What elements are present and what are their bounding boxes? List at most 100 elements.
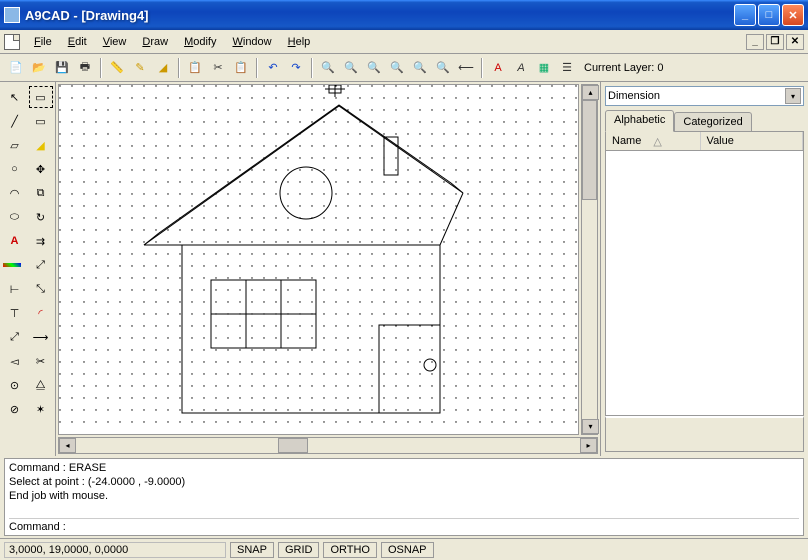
sort-icon[interactable]: △ [653, 135, 661, 148]
app-icon [4, 7, 20, 23]
scale-tool[interactable]: ⤡ [29, 278, 53, 300]
scroll-up-button[interactable]: ▴ [582, 85, 599, 100]
tab-categorized[interactable]: Categorized [674, 112, 751, 131]
circle-tool[interactable]: ○ [3, 158, 27, 180]
mirror-tool[interactable]: ⧋ [29, 374, 53, 396]
menu-view[interactable]: View [95, 34, 135, 50]
undo-icon[interactable]: ↶ [263, 58, 283, 78]
polyline-tool[interactable]: ▱ [3, 134, 27, 156]
separator [100, 58, 102, 78]
offset-tool[interactable]: ⇉ [29, 230, 53, 252]
current-layer-label: Current Layer: 0 [584, 62, 663, 74]
menu-edit[interactable]: Edit [60, 34, 95, 50]
cut-icon[interactable]: ✂ [208, 58, 228, 78]
zoom-prev-icon[interactable]: 🔍 [410, 58, 430, 78]
horizontal-scrollbar[interactable]: ◂ ▸ [58, 437, 598, 454]
scroll-down-button[interactable]: ▾ [582, 419, 599, 434]
scroll-thumb[interactable] [582, 100, 597, 200]
zoom-window-icon[interactable]: 🔍 [364, 58, 384, 78]
grid-toggle[interactable]: GRID [278, 542, 320, 558]
menu-draw[interactable]: Draw [134, 34, 176, 50]
pan-icon[interactable]: ⟵ [456, 58, 476, 78]
scroll-right-button[interactable]: ▸ [580, 438, 597, 453]
separator [256, 58, 258, 78]
dim-angle-icon[interactable]: ◢ [153, 58, 173, 78]
break-tool[interactable]: ⤢ [29, 254, 53, 276]
dim-radius-icon[interactable]: ⊙ [3, 374, 27, 396]
open-icon[interactable]: 📂 [29, 58, 49, 78]
command-prompt[interactable]: Command : [9, 518, 799, 533]
dim-horiz-icon[interactable]: ⊢ [3, 278, 27, 300]
copy-tool-icon[interactable]: ⧉ [29, 182, 53, 204]
col-name: Name [612, 135, 641, 147]
text-tool[interactable]: A [3, 230, 27, 252]
hatch-tool[interactable] [3, 263, 21, 267]
menu-modify[interactable]: Modify [176, 34, 224, 50]
chevron-down-icon[interactable]: ▾ [785, 88, 801, 104]
command-window[interactable]: Command : ERASE Select at point : (-24.0… [4, 458, 804, 536]
properties-grid[interactable] [605, 151, 804, 416]
arc-tool[interactable]: ◠ [3, 182, 27, 204]
properties-description [605, 416, 804, 452]
pointer-tool[interactable]: ↖ [3, 86, 27, 108]
menu-help[interactable]: Help [280, 34, 319, 50]
extend-tool[interactable]: ⟶ [29, 326, 53, 348]
paste-icon[interactable]: 📋 [231, 58, 251, 78]
status-bar: 3,0000, 19,0000, 0,0000 SNAP GRID ORTHO … [0, 538, 808, 560]
col-value: Value [707, 135, 734, 147]
new-icon[interactable]: 📄 [6, 58, 26, 78]
rect-select-tool[interactable]: ▭ [29, 86, 53, 108]
dim-diameter-icon[interactable]: ⊘ [3, 398, 27, 420]
scroll-left-button[interactable]: ◂ [59, 438, 76, 453]
mdi-restore-button[interactable]: ❐ [766, 34, 784, 50]
document-icon[interactable] [4, 34, 20, 50]
properties-icon[interactable]: ☰ [557, 58, 577, 78]
text-style-icon[interactable]: A [488, 58, 508, 78]
rotate-tool[interactable]: ↻ [29, 206, 53, 228]
scroll-thumb[interactable] [278, 438, 308, 453]
cmd-line-1: Command : ERASE [9, 461, 799, 475]
zoom-in-icon[interactable]: 🔍 [318, 58, 338, 78]
eraser-tool[interactable]: ◢ [29, 134, 53, 156]
measure-icon[interactable]: 📏 [107, 58, 127, 78]
minimize-button[interactable]: _ [734, 4, 756, 26]
trim-tool[interactable]: ✂ [29, 350, 53, 372]
pick-icon[interactable]: ✎ [130, 58, 150, 78]
object-type-combo[interactable]: Dimension ▾ [605, 86, 804, 106]
maximize-button[interactable]: □ [758, 4, 780, 26]
fillet-tool[interactable]: ◜ [29, 302, 53, 324]
drawing-canvas[interactable] [58, 84, 579, 435]
dim-align-icon[interactable]: ⤢ [3, 326, 27, 348]
redo-icon[interactable]: ↷ [286, 58, 306, 78]
close-button[interactable]: ✕ [782, 4, 804, 26]
menu-window[interactable]: Window [224, 34, 279, 50]
zoom-extents-icon[interactable]: 🔍 [387, 58, 407, 78]
mdi-close-button[interactable]: ✕ [786, 34, 804, 50]
rectangle-tool[interactable]: ▭ [29, 110, 53, 132]
combo-value: Dimension [608, 90, 785, 102]
ellipse-tool[interactable]: ⬭ [3, 206, 27, 228]
dim-vert-icon[interactable]: ⊤ [3, 302, 27, 324]
print-icon[interactable]: 🖶 [75, 58, 95, 78]
zoom-real-icon[interactable]: 🔍 [433, 58, 453, 78]
text-style2-icon[interactable]: A [511, 58, 531, 78]
mdi-minimize-button[interactable]: _ [746, 34, 764, 50]
left-toolbox: ↖ ▭ ╱ ▭ ▱ ◢ ○ ✥ ◠ ⧉ ⬭ ↻ A ⇉ ⤢ ⊢ ⤡ ⊤ ◜ ⤢ [0, 82, 56, 456]
vertical-scrollbar[interactable]: ▴ ▾ [581, 84, 598, 435]
layers-icon[interactable]: ▦ [534, 58, 554, 78]
separator [178, 58, 180, 78]
menu-file[interactable]: File [26, 34, 60, 50]
zoom-out-icon[interactable]: 🔍 [341, 58, 361, 78]
leader-icon[interactable]: ◅ [3, 350, 27, 372]
line-tool[interactable]: ╱ [3, 110, 27, 132]
snap-toggle[interactable]: SNAP [230, 542, 274, 558]
properties-panel: Dimension ▾ Alphabetic Categorized Name △… [600, 82, 808, 456]
move-tool[interactable]: ✥ [29, 158, 53, 180]
osnap-toggle[interactable]: OSNAP [381, 542, 434, 558]
save-icon[interactable]: 💾 [52, 58, 72, 78]
explode-tool[interactable]: ✶ [29, 398, 53, 420]
copy-icon[interactable]: 📋 [185, 58, 205, 78]
tab-alphabetic[interactable]: Alphabetic [605, 110, 674, 132]
properties-header: Name △ Value [605, 131, 804, 151]
ortho-toggle[interactable]: ORTHO [323, 542, 377, 558]
